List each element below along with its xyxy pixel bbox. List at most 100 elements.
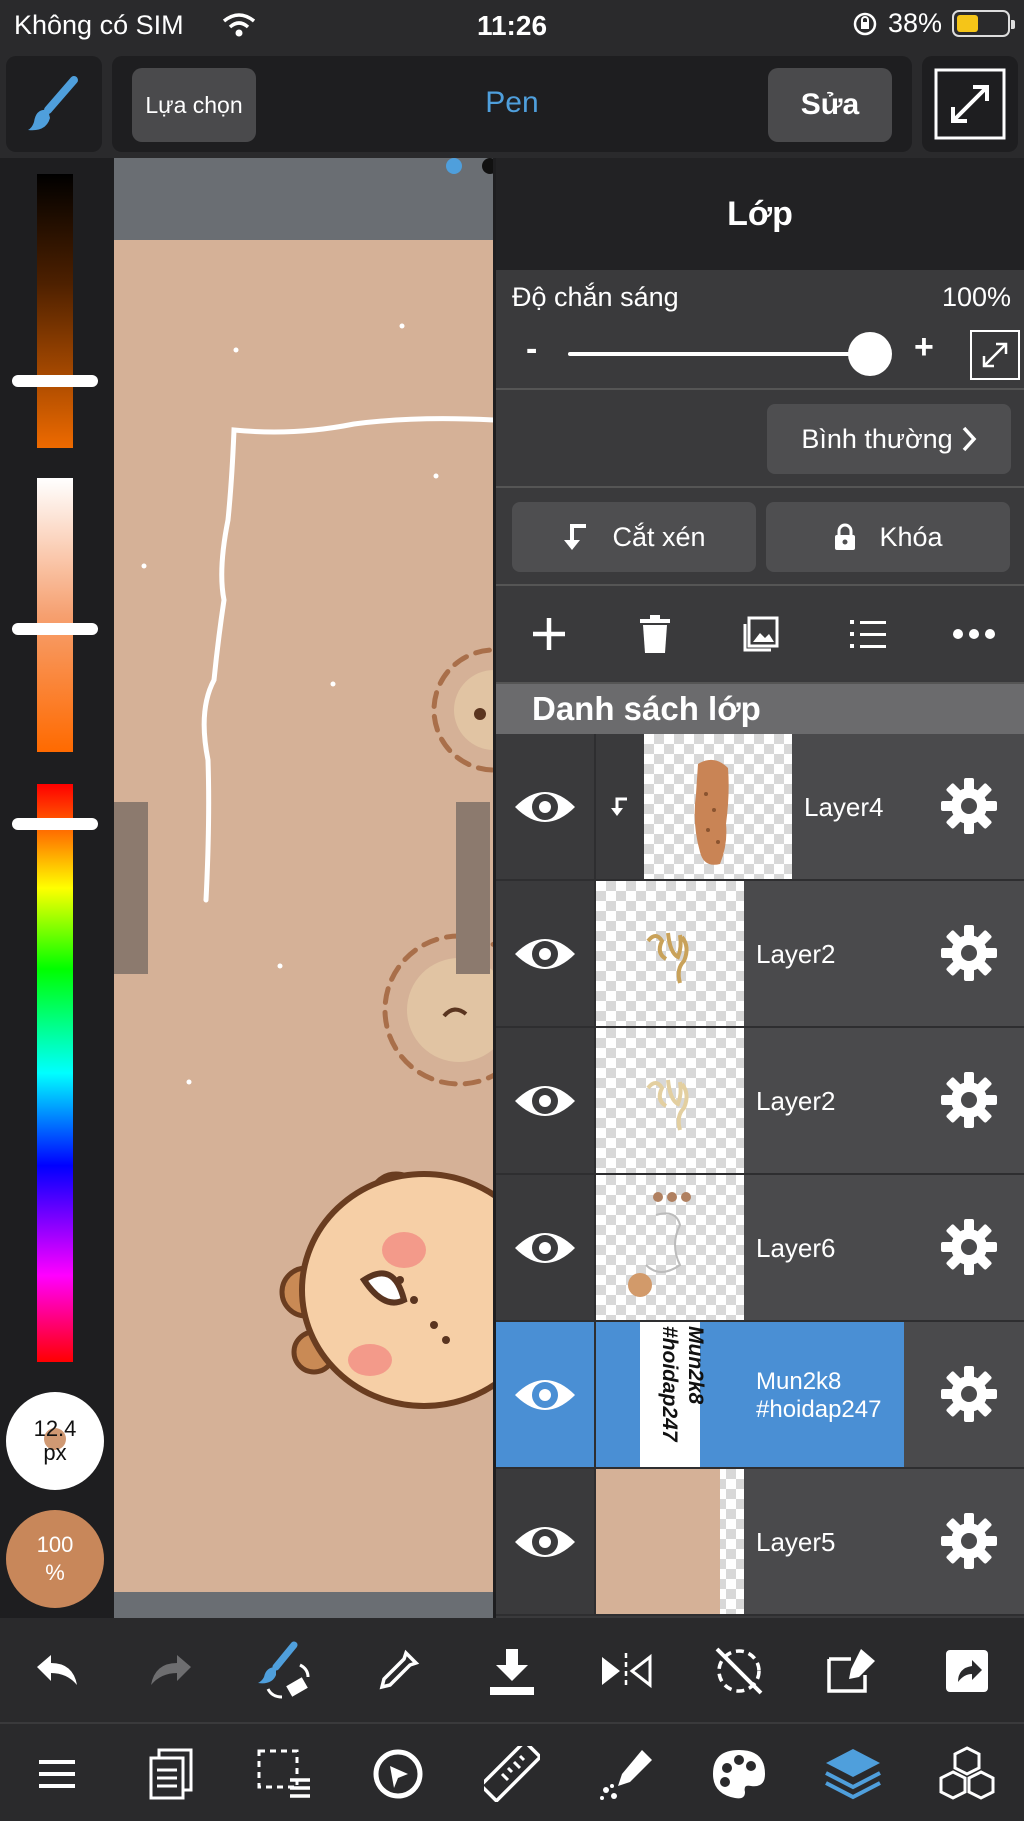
layer-name-line1: Mun2k8	[756, 1368, 842, 1395]
brightness-handle[interactable]	[12, 375, 98, 387]
opacity-decrease-button[interactable]: -	[526, 330, 537, 369]
gear-icon[interactable]	[939, 1217, 999, 1277]
brush-swap-icon	[258, 1641, 310, 1699]
edit-button[interactable]: Sửa	[768, 68, 892, 142]
layer-row[interactable]: Layer4	[496, 734, 1024, 881]
layer-opacity-slider[interactable]	[568, 352, 888, 356]
blend-mode-label: Bình thường	[801, 423, 953, 454]
layer-list-button[interactable]	[838, 604, 898, 664]
transform-button[interactable]	[813, 1631, 893, 1711]
layer-opacity-value: 100%	[941, 282, 1011, 312]
battery-icon	[952, 10, 1015, 37]
opacity-increase-button[interactable]: +	[914, 328, 934, 367]
clipping-arrow-icon	[611, 797, 627, 816]
blend-mode-button[interactable]: Bình thường	[767, 404, 1011, 474]
ruler-button[interactable]	[472, 1734, 552, 1814]
brush-opacity-unit: %	[45, 1560, 65, 1585]
layer-thumbnail	[644, 734, 792, 879]
undo-button[interactable]	[17, 1631, 97, 1711]
drawing-canvas[interactable]	[114, 158, 494, 1618]
hue-handle[interactable]	[12, 818, 98, 830]
lock-button[interactable]: Khóa	[766, 502, 1010, 572]
brightness-slider[interactable]	[37, 174, 73, 448]
save-button[interactable]	[472, 1631, 552, 1711]
layers-button[interactable]	[813, 1734, 893, 1814]
layer-row-selected[interactable]: Mun2k8 #hoidap247 Mun2k8 #hoidap247	[496, 1322, 1024, 1469]
menu-button[interactable]	[17, 1734, 97, 1814]
cubes-icon	[939, 1745, 995, 1800]
saturation-handle[interactable]	[12, 623, 98, 635]
image-icon	[743, 616, 779, 652]
fullscreen-button[interactable]	[922, 56, 1018, 152]
eye-icon	[515, 1379, 575, 1410]
layer-opacity-knob[interactable]	[848, 332, 892, 376]
top-toolbar: Lựa chọn Pen Sửa	[0, 50, 1024, 158]
color-palette-button[interactable]	[699, 1734, 779, 1814]
gear-icon[interactable]	[939, 776, 999, 836]
clipping-button[interactable]: Cắt xén	[512, 502, 756, 572]
visibility-toggle[interactable]	[496, 1028, 596, 1173]
layer-row[interactable]: Layer6	[496, 1175, 1024, 1322]
app-root: { "status_bar": { "carrier": "Không có S…	[0, 0, 1024, 1821]
gear-icon[interactable]	[939, 1070, 999, 1130]
eye-icon	[515, 1526, 575, 1557]
saturation-slider[interactable]	[37, 478, 73, 752]
layer-list: Layer4 Layer2 Layer2 Layer6 Mun2k8 #hoid…	[496, 734, 1024, 1616]
hue-slider[interactable]	[37, 784, 73, 1362]
canvas-paper[interactable]	[114, 240, 494, 1592]
selection-icon	[257, 1749, 311, 1798]
layer-name: Layer6	[756, 1233, 836, 1263]
brush-settings-button[interactable]	[586, 1734, 666, 1814]
clip-lock-section: Cắt xén Khóa	[496, 488, 1024, 586]
add-layer-button[interactable]	[519, 604, 579, 664]
flip-button[interactable]	[586, 1631, 666, 1711]
gear-icon[interactable]	[939, 1364, 999, 1424]
chevron-right-icon	[962, 426, 977, 452]
eye-icon	[515, 1085, 575, 1116]
layer-name: Layer2	[756, 939, 836, 969]
layer-row[interactable]: Layer2	[496, 1028, 1024, 1175]
brush-transform-button[interactable]	[244, 1631, 324, 1711]
layer-thumbnail	[596, 881, 744, 1026]
brush-tool-button[interactable]	[6, 56, 102, 152]
status-right: 38%	[852, 8, 1015, 39]
layer-row[interactable]: Layer2	[496, 881, 1024, 1028]
brush-size-button[interactable]: 12.4 px	[6, 1392, 104, 1490]
pages-button[interactable]	[131, 1734, 211, 1814]
pen-brush-icon	[599, 1749, 652, 1800]
redo-button[interactable]	[131, 1631, 211, 1711]
visibility-toggle[interactable]	[496, 881, 596, 1026]
eye-icon	[515, 791, 575, 822]
share-button[interactable]	[927, 1631, 1007, 1711]
3d-material-button[interactable]	[927, 1734, 1007, 1814]
visibility-toggle[interactable]	[496, 1469, 596, 1614]
tool-header: Lựa chọn Pen Sửa	[112, 56, 912, 152]
visibility-toggle[interactable]	[496, 1322, 596, 1467]
layer-thumbnail	[596, 1028, 744, 1173]
share-icon	[946, 1650, 988, 1692]
gear-icon[interactable]	[939, 923, 999, 983]
snap-button[interactable]	[358, 1734, 438, 1814]
trash-icon	[640, 615, 671, 653]
snap-icon	[373, 1749, 423, 1798]
gear-icon[interactable]	[939, 1511, 999, 1571]
hamburger-menu-icon	[38, 1759, 75, 1788]
selection-tool-button[interactable]	[244, 1734, 324, 1814]
right-side-grip[interactable]	[456, 802, 490, 974]
rotate-reset-button[interactable]	[699, 1631, 779, 1711]
more-options-button[interactable]	[944, 604, 1004, 664]
layer-row[interactable]: Layer5	[496, 1469, 1024, 1616]
layer-name: Layer2	[756, 1086, 836, 1116]
visibility-toggle[interactable]	[496, 1175, 596, 1320]
expand-icon	[934, 68, 1006, 140]
brush-opacity-value: 100	[36, 1532, 74, 1557]
add-image-layer-button[interactable]	[731, 604, 791, 664]
eyedropper-button[interactable]	[358, 1631, 438, 1711]
layer-panel: Lớp Độ chắn sáng 100% - + Bình thường Cắ…	[493, 158, 1024, 1618]
layer-panel-expand-button[interactable]	[970, 330, 1020, 380]
brush-icon	[28, 76, 78, 131]
brush-opacity-button[interactable]: 100 %	[6, 1510, 104, 1608]
delete-layer-button[interactable]	[625, 604, 685, 664]
left-side-grip[interactable]	[114, 802, 148, 974]
visibility-toggle[interactable]	[496, 734, 596, 879]
